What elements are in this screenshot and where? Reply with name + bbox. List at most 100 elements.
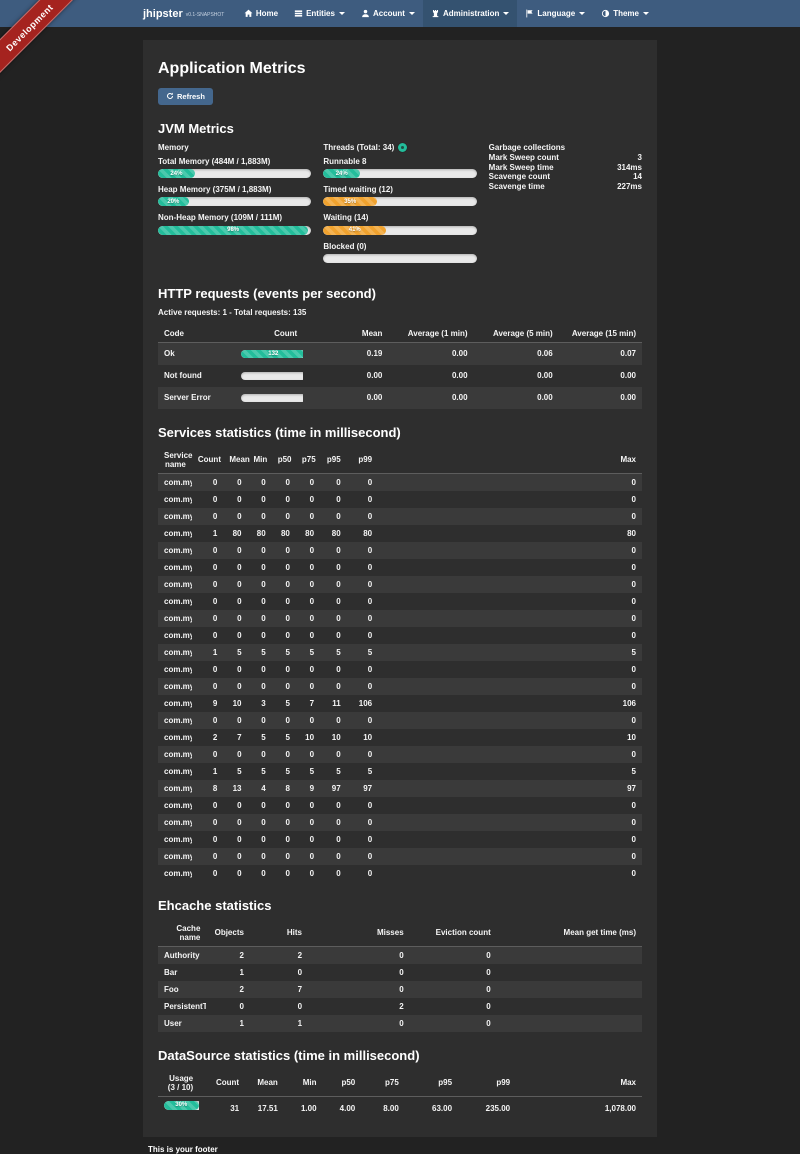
metric-bar-label: Timed waiting (12) (323, 185, 476, 194)
service-p75: 0 (296, 559, 320, 576)
service-count: 0 (192, 848, 223, 865)
service-p75: 0 (296, 627, 320, 644)
service-name: com.mycompany.myapp.web.rest.FooResource… (158, 729, 192, 746)
service-p50: 0 (272, 491, 296, 508)
column-header: Mean (223, 447, 247, 474)
cache-objects: 1 (206, 1015, 250, 1032)
nav-item-entities[interactable]: Entities (286, 0, 353, 27)
service-p99: 0 (347, 508, 378, 525)
refresh-button[interactable]: Refresh (158, 88, 213, 105)
service-name: com.mycompany.myapp.web.rest.FooResource… (158, 797, 192, 814)
table-row: PersistentToken 0 0 2 0 (158, 998, 642, 1015)
metric-bar-label: Total Memory (484M / 1,883M) (158, 157, 311, 166)
nav-item-account[interactable]: Account (353, 0, 423, 27)
service-max: 0 (378, 491, 642, 508)
service-min: 0 (248, 712, 272, 729)
column-header: Objects (206, 920, 250, 947)
caret-down-icon (409, 12, 415, 15)
caret-down-icon (579, 12, 585, 15)
http-avg-15min: 0.07 (559, 342, 642, 365)
service-min: 0 (248, 627, 272, 644)
column-header: p95 (320, 447, 347, 474)
nav-item-home[interactable]: Home (236, 0, 286, 27)
table-row: 30% 31 17.51 1.00 4.00 8.00 63.00 235.00… (158, 1096, 642, 1121)
service-min: 0 (248, 491, 272, 508)
service-p75: 0 (296, 473, 320, 491)
service-min: 0 (248, 865, 272, 882)
service-p95: 0 (320, 576, 347, 593)
service-p50: 0 (272, 559, 296, 576)
service-p95: 80 (320, 525, 347, 542)
service-mean: 7 (223, 729, 247, 746)
service-max: 0 (378, 610, 642, 627)
service-name: com.mycompany.myapp.web.rest.AccountReso… (158, 593, 192, 610)
service-count: 0 (192, 491, 223, 508)
table-row: Not found 0.00 0.00 0.00 0.00 (158, 365, 642, 387)
service-count: 0 (192, 508, 223, 525)
nav-label: Language (537, 9, 575, 18)
service-min: 0 (248, 473, 272, 491)
service-count: 0 (192, 865, 223, 882)
service-p50: 0 (272, 576, 296, 593)
nav-label: Home (256, 9, 278, 18)
service-p75: 0 (296, 491, 320, 508)
nav-item-language[interactable]: Language (517, 0, 593, 27)
progress-bar: 41% (323, 226, 476, 235)
brand-version: v0.1-SNAPSHOT (186, 12, 225, 18)
metric-bar-label: Waiting (14) (323, 213, 476, 222)
service-count: 8 (192, 780, 223, 797)
jvm-metrics-title: JVM Metrics (158, 121, 642, 136)
nav-item-administration[interactable]: Administration (423, 0, 517, 27)
service-count: 1 (192, 644, 223, 661)
table-row: Bar 1 0 0 0 (158, 964, 642, 981)
service-p99: 5 (347, 644, 378, 661)
service-max: 0 (378, 831, 642, 848)
service-p95: 0 (320, 627, 347, 644)
service-p50: 0 (272, 661, 296, 678)
gc-stat-label: Mark Sweep count (489, 153, 559, 163)
service-p99: 0 (347, 865, 378, 882)
eye-icon[interactable] (398, 143, 407, 152)
service-mean: 0 (223, 865, 247, 882)
service-p50: 0 (272, 627, 296, 644)
service-p95: 11 (320, 695, 347, 712)
service-p50: 0 (272, 508, 296, 525)
service-min: 0 (248, 814, 272, 831)
service-p99: 0 (347, 678, 378, 695)
nav-item-theme[interactable]: Theme (593, 0, 657, 27)
service-max: 0 (378, 848, 642, 865)
column-header: Max (516, 1070, 642, 1097)
table-row: com.mycompany.myapp.web.rest.BarResource… (158, 661, 642, 678)
cache-name: User (158, 1015, 206, 1032)
table-row: com.mycompany.myapp.web.rest.AccountReso… (158, 610, 642, 627)
cache-hits: 0 (250, 964, 308, 981)
service-name: com.mycompany.myapp.web.rest.AccountReso… (158, 610, 192, 627)
http-mean: 0.00 (303, 365, 388, 387)
service-p75: 0 (296, 848, 320, 865)
service-p50: 80 (272, 525, 296, 542)
ds-count: 31 (199, 1096, 245, 1121)
brand-link[interactable]: jhipster v0.1-SNAPSHOT (143, 0, 224, 27)
table-row: com.mycompany.myapp.web.rest.FooResource… (158, 746, 642, 763)
ds-mean: 17.51 (245, 1096, 284, 1121)
service-max: 0 (378, 865, 642, 882)
http-avg-15min: 0.00 (559, 365, 642, 387)
gc-stat-row: Scavenge time 227ms (489, 182, 642, 192)
service-max: 0 (378, 797, 642, 814)
column-header: p99 (347, 447, 378, 474)
service-p75: 0 (296, 712, 320, 729)
service-count: 0 (192, 627, 223, 644)
service-p95: 5 (320, 763, 347, 780)
column-header: Min (248, 447, 272, 474)
column-header: p95 (405, 1070, 458, 1097)
usage-progress-value: 30% (175, 1102, 187, 1108)
service-p95: 0 (320, 797, 347, 814)
metric-bar-group: Runnable 8 24% (323, 157, 476, 178)
service-p50: 0 (272, 865, 296, 882)
table-row: com.mycompany.myapp.web.rest.AccountReso… (158, 473, 642, 491)
gc-column: Garbage collections Mark Sweep count 3 M… (489, 143, 642, 270)
header-row: CodeCountMeanAverage (1 min)Average (5 m… (158, 325, 642, 343)
table-row: com.mycompany.myapp.web.rest.UserResourc… (158, 848, 642, 865)
service-name: com.mycompany.myapp.web.rest.LogsResourc… (158, 831, 192, 848)
gc-stat-row: Scavenge count 14 (489, 172, 642, 182)
